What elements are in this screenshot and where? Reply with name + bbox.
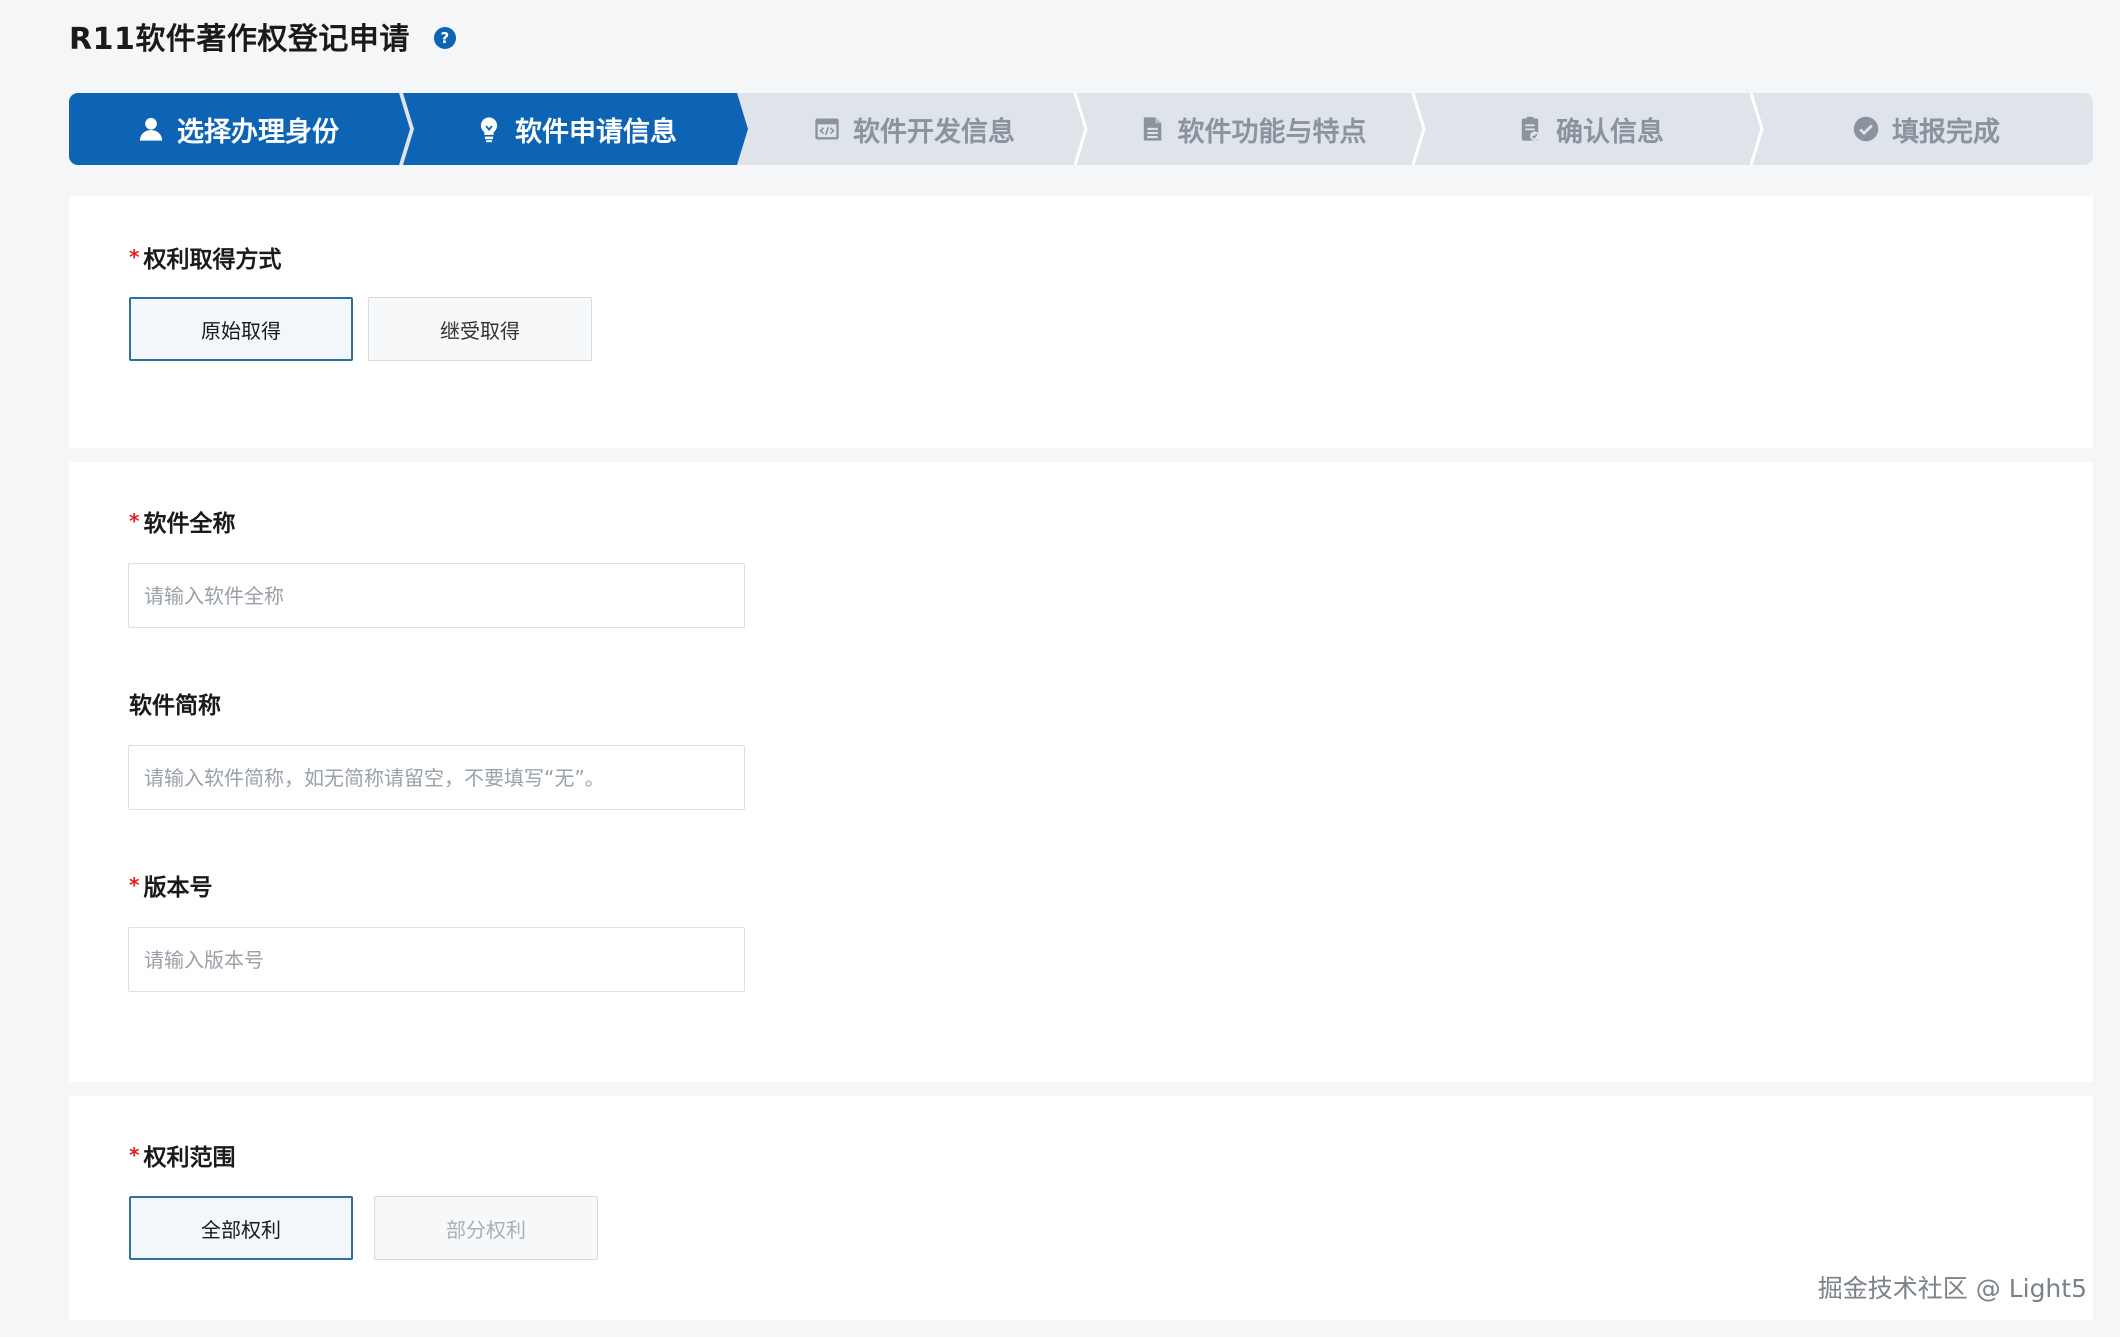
required-mark: * xyxy=(129,1143,140,1167)
page-header: R11软件著作权登记申请 ? xyxy=(69,14,456,58)
software-full-name-label: * 软件全称 xyxy=(129,504,235,538)
rights-acquisition-card: * 权利取得方式 原始取得 继受取得 xyxy=(69,196,2093,448)
label-text: 权利取得方式 xyxy=(143,247,282,273)
label-text: 软件全称 xyxy=(143,511,236,537)
code-window-icon xyxy=(813,115,841,143)
label-text: 权利范围 xyxy=(143,1145,236,1171)
step-label: 填报完成 xyxy=(1892,116,2000,148)
all-rights-button[interactable]: 全部权利 xyxy=(129,1196,353,1260)
rights-scope-label: * 权利范围 xyxy=(129,1138,235,1172)
inherited-acquisition-button[interactable]: 继受取得 xyxy=(368,297,592,361)
user-icon xyxy=(137,115,165,143)
step-select-identity[interactable]: 选择办理身份 xyxy=(69,93,407,165)
required-mark: * xyxy=(129,245,140,269)
software-short-name-input[interactable] xyxy=(128,745,745,810)
rights-scope-card: * 权利范围 全部权利 部分权利 xyxy=(69,1096,2093,1320)
software-info-card: * 软件全称 软件简称 * 版本号 xyxy=(69,462,2093,1082)
step-software-development-info[interactable]: 软件开发信息 xyxy=(745,93,1083,165)
step-confirm-info[interactable]: 确认信息 xyxy=(1421,93,1759,165)
required-mark: * xyxy=(129,509,140,533)
step-software-features[interactable]: 软件功能与特点 xyxy=(1083,93,1421,165)
step-label: 软件开发信息 xyxy=(853,116,1015,148)
label-text: 版本号 xyxy=(143,875,213,901)
version-input[interactable] xyxy=(128,927,745,992)
step-software-application-info[interactable]: 软件申请信息 xyxy=(407,93,745,165)
step-complete[interactable]: 填报完成 xyxy=(1759,93,2093,165)
required-mark: * xyxy=(129,873,140,897)
document-icon xyxy=(1138,115,1166,143)
software-full-name-input[interactable] xyxy=(128,563,745,628)
rights-acquisition-label: * 权利取得方式 xyxy=(129,240,281,274)
step-label: 软件申请信息 xyxy=(515,116,677,148)
step-label: 软件功能与特点 xyxy=(1177,116,1367,148)
progress-steps: 选择办理身份 软件申请信息 软件开发信息 软件功能与特点 确认信息 填报完成 xyxy=(69,93,2093,165)
step-label: 确认信息 xyxy=(1556,116,1664,148)
page-title: R11软件著作权登记申请 xyxy=(69,22,410,57)
label-text: 软件简称 xyxy=(129,693,221,719)
partial-rights-button[interactable]: 部分权利 xyxy=(374,1196,598,1260)
lightbulb-icon xyxy=(475,115,503,143)
original-acquisition-button[interactable]: 原始取得 xyxy=(129,297,353,361)
clipboard-check-icon xyxy=(1516,115,1544,143)
watermark: 掘金技术社区 @ Light5 xyxy=(1817,1274,2087,1303)
step-label: 选择办理身份 xyxy=(177,116,339,148)
help-icon[interactable]: ? xyxy=(433,27,456,49)
version-label: * 版本号 xyxy=(129,868,212,902)
software-short-name-label: 软件简称 xyxy=(129,686,221,720)
check-circle-icon xyxy=(1852,115,1880,143)
